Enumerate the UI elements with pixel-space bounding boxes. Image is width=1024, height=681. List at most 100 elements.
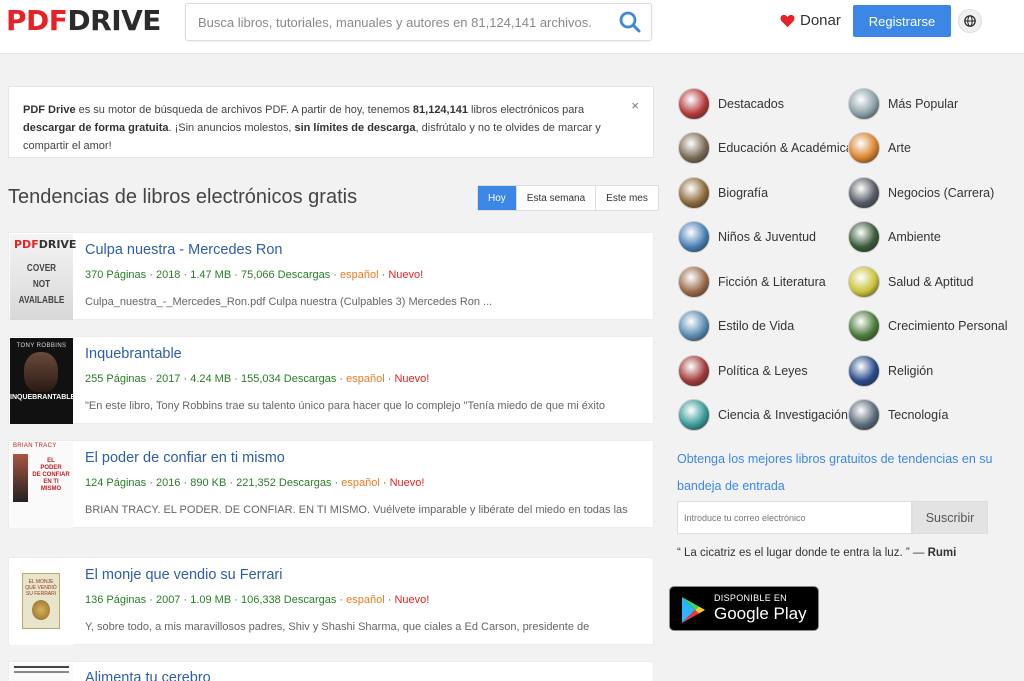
category-item[interactable]: Negocios (Carrera)	[848, 176, 994, 210]
cover-line	[14, 671, 69, 673]
book-cover[interactable]: TONY ROBBINS INQUEBRANTABLE	[10, 338, 76, 424]
ambiente-icon	[848, 221, 880, 253]
search-icon[interactable]	[619, 11, 641, 33]
book-meta: 136 Páginas · 2007 · 1.09 MB · 106,338 D…	[85, 594, 430, 606]
book-title[interactable]: Culpa nuestra - Mercedes Ron	[85, 242, 282, 258]
category-label: Biografía	[718, 186, 769, 200]
category-item[interactable]: Salud & Aptitud	[848, 265, 973, 299]
category-item[interactable]: Estilo de Vida	[678, 309, 794, 343]
cover-title-line: MISMO	[40, 486, 62, 492]
book-pages: 255 Páginas	[85, 373, 147, 385]
book-cover[interactable]: PDFDRIVE COVER NOT AVAILABLE	[10, 234, 76, 320]
cover-logo-pdf: PDF	[14, 238, 39, 251]
category-label: Ambiente	[888, 230, 941, 244]
salud-icon	[848, 266, 880, 298]
book-meta: 255 Páginas · 2017 · 4.24 MB · 155,034 D…	[85, 373, 430, 385]
category-label: Arte	[888, 141, 911, 155]
category-item[interactable]: Educación & Académica	[678, 131, 848, 165]
notice-text-2: es su motor de búsqueda de archivos PDF.…	[75, 104, 413, 116]
cover-author: TONY ROBBINS	[16, 343, 67, 349]
register-button[interactable]: Registrarse	[853, 5, 951, 37]
tab-hoy[interactable]: Hoy	[478, 186, 517, 210]
category-item[interactable]: Ciencia & Investigación	[678, 398, 848, 432]
book-downloads: 155,034 Descargas	[240, 373, 337, 385]
category-label: Destacados	[718, 97, 785, 111]
globe-icon[interactable]	[958, 9, 982, 33]
category-item[interactable]: Destacados	[678, 87, 784, 121]
biografia-icon	[678, 177, 710, 209]
google-play-badge[interactable]: DISPONIBLE EN Google Play	[669, 586, 819, 631]
book-title[interactable]: Inquebrantable	[85, 346, 182, 362]
close-icon[interactable]: ×	[631, 97, 639, 115]
book-language: español	[346, 373, 385, 385]
cover-title-line: EL	[47, 458, 55, 464]
book-year: 2007	[155, 594, 181, 606]
destacados-icon	[678, 88, 710, 120]
book-title[interactable]: Alimenta tu cerebro	[85, 670, 211, 681]
book-card[interactable]: PDFDRIVE COVER NOT AVAILABLE Culpa nuest…	[8, 232, 654, 320]
book-title[interactable]: El monje que vendio su Ferrari	[85, 567, 282, 583]
ficcion-icon	[678, 266, 710, 298]
donate-link[interactable]: Donar	[780, 12, 841, 29]
book-cover[interactable]: BRIAN TRACY EL PODER DE CONFIAR EN TI MI…	[10, 442, 73, 528]
category-item[interactable]: Niños & Juventud	[678, 220, 816, 254]
category-item[interactable]: Política & Leyes	[678, 354, 808, 388]
book-description: Culpa_nuestra_-_Mercedes_Ron.pdf Culpa n…	[85, 296, 493, 308]
tecnologia-icon	[848, 399, 880, 431]
book-card[interactable]: Alimenta tu cerebro	[8, 661, 654, 681]
category-item[interactable]: Crecimiento Personal	[848, 309, 1008, 343]
category-label: Estilo de Vida	[718, 319, 795, 333]
category-label: Salud & Aptitud	[888, 275, 974, 289]
book-cover[interactable]	[10, 663, 73, 681]
tab-este-mes[interactable]: Este mes	[596, 186, 658, 210]
new-badge: Nuevo!	[388, 269, 424, 281]
search-input[interactable]	[198, 4, 608, 40]
search-bar	[185, 3, 652, 41]
period-tabs: Hoy Esta semana Este mes	[477, 185, 659, 211]
google-play-small: DISPONIBLE EN	[714, 593, 787, 603]
category-item[interactable]: Tecnología	[848, 398, 948, 432]
cover-title: EL PODER DE CONFIAR EN TI MISMO	[30, 458, 72, 493]
category-item[interactable]: Ambiente	[848, 220, 941, 254]
new-badge: Nuevo!	[394, 594, 430, 606]
google-play-big: Google Play	[714, 604, 807, 623]
book-title[interactable]: El poder de confiar en ti mismo	[85, 450, 285, 466]
header: PDFDRIVE Donar Registrarse	[0, 0, 1024, 54]
ciencia-icon	[678, 399, 710, 431]
subscribe-button[interactable]: Suscribir	[912, 501, 988, 534]
cover-portrait	[24, 352, 58, 392]
category-label: Religión	[888, 364, 934, 378]
book-card[interactable]: EL MONJE QUE VENDIÓ SU FERRARI El monje …	[8, 557, 654, 645]
notice-text-1: PDF Drive	[23, 104, 76, 116]
logo-drive[interactable]: DRIVE	[67, 4, 161, 37]
tab-esta-semana[interactable]: Esta semana	[517, 186, 597, 210]
category-item[interactable]: Biografía	[678, 176, 768, 210]
logo-pdf[interactable]: PDF	[6, 4, 68, 37]
book-size: 1.47 MB	[190, 269, 232, 281]
book-cover[interactable]: EL MONJE QUE VENDIÓ SU FERRARI	[10, 559, 73, 645]
cover-line	[14, 666, 69, 668]
cover-art: EL MONJE QUE VENDIÓ SU FERRARI	[22, 573, 60, 629]
category-item[interactable]: Más Popular	[848, 87, 958, 121]
google-play-icon	[682, 597, 705, 623]
category-item[interactable]: Religión	[848, 354, 933, 388]
book-pages: 136 Páginas	[85, 594, 147, 606]
book-card[interactable]: BRIAN TRACY EL PODER DE CONFIAR EN TI MI…	[8, 440, 654, 528]
category-item[interactable]: Ficción & Literatura	[678, 265, 826, 299]
logo[interactable]: PDFDRIVE	[6, 5, 161, 37]
book-year: 2017	[155, 373, 181, 385]
cover-title-line: PODER	[40, 465, 62, 471]
cover-emblem	[32, 600, 50, 620]
category-item[interactable]: Arte	[848, 131, 911, 165]
book-description: "En este libro, Tony Robbins trae su tal…	[85, 400, 606, 412]
notice-text-7: sin límites de descarga	[294, 122, 416, 134]
cover-text: NOT	[32, 279, 51, 290]
category-label: Negocios (Carrera)	[888, 186, 995, 200]
notice-text-5: descargar de forma gratuita	[23, 122, 169, 134]
cover-title: INQUEBRANTABLE	[10, 394, 76, 401]
new-badge: Nuevo!	[394, 373, 430, 385]
trending-title: Tendencias de libros electrónicos gratis	[8, 186, 358, 208]
email-field[interactable]	[677, 501, 912, 534]
book-card[interactable]: TONY ROBBINS INQUEBRANTABLE Inquebrantab…	[8, 336, 654, 424]
estilo-icon	[678, 310, 710, 342]
